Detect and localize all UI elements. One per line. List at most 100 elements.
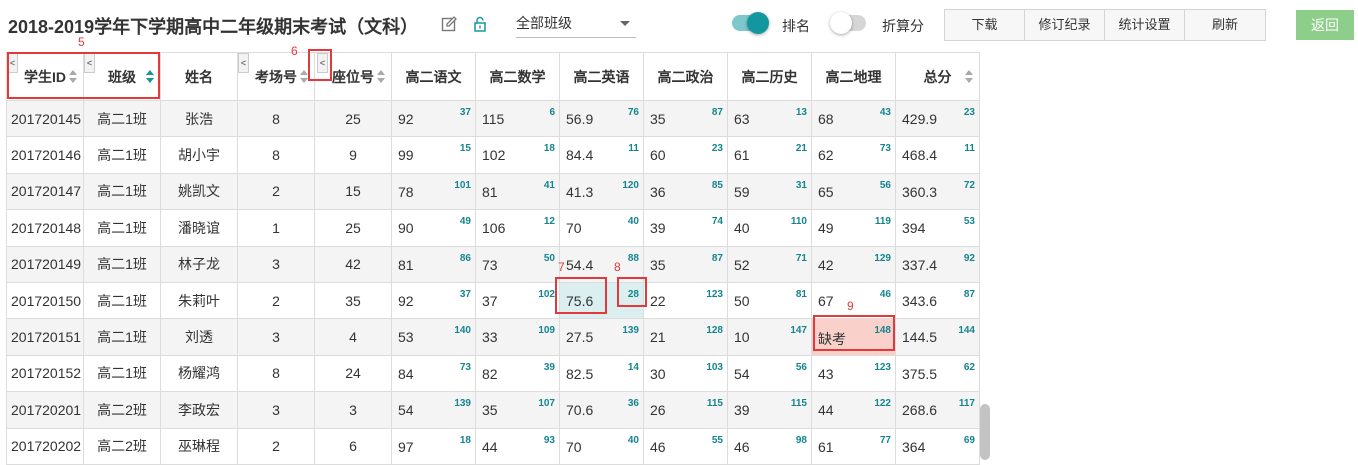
score-cell[interactable]: 41.3 120 — [559, 172, 644, 211]
rank-value[interactable]: 40 — [628, 216, 639, 227]
score-cell[interactable]: 27.5 139 — [559, 318, 644, 356]
rank-value[interactable]: 147 — [790, 325, 807, 336]
total-score-cell[interactable]: 343.6 87 — [895, 281, 980, 320]
rank-value[interactable]: 56 — [880, 180, 891, 191]
score-cell[interactable]: 42 129 — [811, 245, 896, 283]
score-cell[interactable]: 81 41 — [475, 172, 560, 211]
score-cell[interactable]: 92 37 — [391, 99, 476, 138]
score-value[interactable]: 26 — [650, 402, 666, 418]
rank-value[interactable]: 117 — [959, 398, 975, 409]
stats-settings-button[interactable]: 统计设置 — [1105, 10, 1185, 40]
rank-value[interactable]: 144 — [958, 325, 975, 336]
score-cell[interactable]: 54 56 — [727, 354, 812, 393]
score-value[interactable]: 429.9 — [902, 111, 937, 127]
class-select[interactable]: 全部班级 — [516, 10, 636, 38]
score-value[interactable]: 70 — [566, 220, 582, 236]
score-cell[interactable]: 99 15 — [391, 136, 476, 174]
col-header-geography[interactable]: 高二地理 — [811, 52, 896, 101]
rank-value[interactable]: 87 — [712, 107, 723, 118]
score-cell[interactable]: 44 93 — [475, 427, 560, 465]
rank-value[interactable]: 62 — [964, 362, 975, 373]
score-value[interactable]: 144.5 — [902, 329, 937, 345]
rank-value[interactable]: 11 — [628, 143, 639, 154]
score-value[interactable]: 49 — [818, 220, 834, 236]
score-cell[interactable]: 68 43 — [811, 99, 896, 138]
score-cell[interactable]: 63 13 — [727, 99, 812, 138]
col-header-politics[interactable]: 高二政治 — [643, 52, 728, 101]
score-cell[interactable]: 73 50 — [475, 245, 560, 283]
score-value[interactable]: 54.4 — [566, 257, 593, 273]
rank-value[interactable]: 18 — [460, 435, 471, 446]
score-cell[interactable]: 49 119 — [811, 209, 896, 247]
score-value[interactable]: 360.3 — [902, 184, 937, 200]
score-cell[interactable]: 61 77 — [811, 427, 896, 465]
collapse-left-icon[interactable]: < — [238, 53, 249, 73]
revision-log-button[interactable]: 修订纪录 — [1025, 10, 1105, 40]
score-cell[interactable]: 39 74 — [643, 209, 728, 247]
score-cell[interactable]: 97 18 — [391, 427, 476, 465]
score-value[interactable]: 78 — [398, 184, 414, 200]
score-cell[interactable]: 115 6 — [475, 99, 560, 138]
rank-value[interactable]: 23 — [712, 143, 723, 154]
score-value[interactable]: 50 — [734, 293, 750, 309]
score-cell[interactable]: 26 115 — [643, 391, 728, 429]
score-cell[interactable]: 36 85 — [643, 172, 728, 211]
score-value[interactable]: 35 — [650, 257, 666, 273]
score-cell[interactable]: 84 73 — [391, 354, 476, 393]
rank-value[interactable]: 73 — [880, 143, 891, 154]
score-cell[interactable]: 78 101 — [391, 172, 476, 211]
score-cell[interactable]: 43 123 — [811, 354, 896, 393]
score-value[interactable]: 81 — [398, 257, 414, 273]
convert-score-toggle[interactable] — [830, 12, 866, 34]
rank-value[interactable]: 110 — [791, 216, 807, 227]
score-cell[interactable]: 62 73 — [811, 136, 896, 174]
score-value[interactable]: 36 — [650, 184, 666, 200]
rank-value[interactable]: 36 — [628, 398, 639, 409]
score-value[interactable]: 61 — [734, 147, 750, 163]
score-value[interactable]: 39 — [734, 402, 750, 418]
score-cell[interactable]: 37 102 — [475, 281, 560, 320]
total-score-cell[interactable]: 375.5 62 — [895, 354, 980, 393]
score-value[interactable]: 92 — [398, 293, 414, 309]
score-cell[interactable]: 22 123 — [643, 281, 728, 320]
score-value[interactable]: 63 — [734, 111, 750, 127]
rank-value[interactable]: 6 — [549, 107, 555, 118]
score-cell[interactable]: 84.4 11 — [559, 136, 644, 174]
score-value[interactable]: 84 — [398, 366, 414, 382]
rank-value[interactable]: 37 — [460, 289, 471, 300]
score-value[interactable]: 56.9 — [566, 111, 593, 127]
rank-value[interactable]: 39 — [544, 362, 555, 373]
rank-value[interactable]: 92 — [964, 253, 975, 264]
rank-value[interactable]: 31 — [796, 180, 807, 191]
score-value[interactable]: 44 — [482, 439, 498, 455]
score-cell[interactable]: 90 49 — [391, 209, 476, 247]
rank-value[interactable]: 101 — [454, 180, 471, 191]
rank-value[interactable]: 109 — [538, 325, 555, 336]
return-button[interactable]: 返回 — [1296, 10, 1354, 40]
score-cell[interactable]: 54 139 — [391, 391, 476, 429]
rank-toggle[interactable] — [732, 12, 769, 34]
col-header-history[interactable]: 高二历史 — [727, 52, 812, 101]
score-value[interactable]: 70 — [566, 439, 582, 455]
score-value[interactable]: 84.4 — [566, 147, 593, 163]
score-value[interactable]: 343.6 — [902, 293, 937, 309]
rank-value[interactable]: 43 — [880, 107, 891, 118]
score-cell[interactable]: 60 23 — [643, 136, 728, 174]
score-cell[interactable]: 35 87 — [643, 99, 728, 138]
rank-value[interactable]: 21 — [796, 143, 807, 154]
score-value[interactable]: 60 — [650, 147, 666, 163]
score-cell[interactable]: 53 140 — [391, 318, 476, 356]
rank-value[interactable]: 18 — [544, 143, 555, 154]
rank-value[interactable]: 139 — [622, 325, 639, 336]
rank-value[interactable]: 122 — [874, 398, 891, 409]
score-value[interactable]: 10 — [734, 329, 750, 345]
score-value[interactable]: 46 — [650, 439, 666, 455]
rank-value[interactable]: 88 — [628, 253, 639, 264]
rank-value[interactable]: 107 — [538, 398, 555, 409]
score-cell[interactable]: 82.5 14 — [559, 354, 644, 393]
rank-value[interactable]: 85 — [712, 180, 723, 191]
rank-value[interactable]: 46 — [880, 289, 891, 300]
col-header-math[interactable]: 高二数学 — [475, 52, 560, 101]
score-value[interactable]: 52 — [734, 257, 750, 273]
score-value[interactable]: 364 — [902, 439, 925, 455]
